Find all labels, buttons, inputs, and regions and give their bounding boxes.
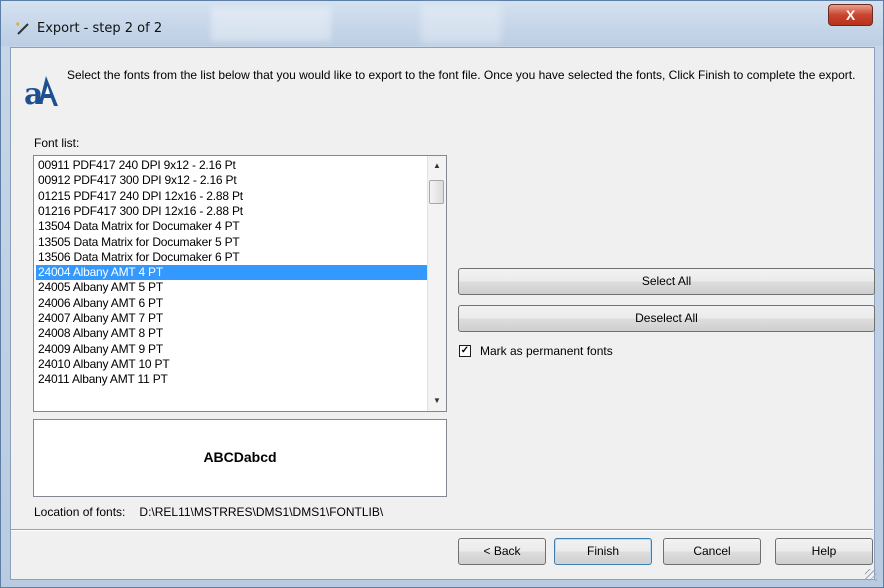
permanent-fonts-checkbox[interactable]: ✓ — [459, 345, 471, 357]
permanent-fonts-label: Mark as permanent fonts — [480, 344, 613, 358]
cancel-button[interactable]: Cancel — [663, 538, 761, 565]
font-list-item[interactable]: 24010 Albany AMT 10 PT — [36, 357, 427, 372]
font-list-label: Font list: — [34, 136, 80, 150]
font-preview-box: ABCDabcd — [33, 419, 447, 497]
font-location: Location of fonts: D:\REL11\MSTRRES\DMS1\… — [34, 505, 383, 519]
scroll-up-arrow-icon[interactable]: ▲ — [428, 158, 446, 174]
instruction-text: Select the fonts from the list below tha… — [67, 68, 856, 82]
font-list-item[interactable]: 24006 Albany AMT 6 PT — [36, 296, 427, 311]
font-list-item[interactable]: 24008 Albany AMT 8 PT — [36, 326, 427, 341]
font-list-item[interactable]: 01216 PDF417 300 DPI 12x16 - 2.88 Pt — [36, 204, 427, 219]
close-button[interactable]: X — [828, 4, 873, 26]
font-list-item[interactable]: 24009 Albany AMT 9 PT — [36, 342, 427, 357]
font-list-item[interactable]: 00912 PDF417 300 DPI 9x12 - 2.16 Pt — [36, 173, 427, 188]
wizard-wand-icon — [16, 22, 29, 35]
window-title: Export - step 2 of 2 — [37, 21, 163, 36]
font-list-item[interactable]: 13504 Data Matrix for Documaker 4 PT — [36, 219, 427, 234]
help-button[interactable]: Help — [775, 538, 873, 565]
font-list-item[interactable]: 24007 Albany AMT 7 PT — [36, 311, 427, 326]
font-list-item[interactable]: 00911 PDF417 240 DPI 9x12 - 2.16 Pt — [36, 158, 427, 173]
back-button[interactable]: < Back — [458, 538, 546, 565]
font-list-item[interactable]: 13505 Data Matrix for Documaker 5 PT — [36, 235, 427, 250]
font-list-item[interactable]: 01215 PDF417 240 DPI 12x16 - 2.88 Pt — [36, 189, 427, 204]
font-list-item[interactable]: 13506 Data Matrix for Documaker 6 PT — [36, 250, 427, 265]
finish-button[interactable]: Finish — [554, 538, 652, 565]
location-path: D:\REL11\MSTRRES\DMS1\DMS1\FONTLIB\ — [139, 505, 384, 519]
location-label: Location of fonts: — [34, 505, 126, 519]
font-app-logo-icon: a — [24, 76, 58, 108]
font-list-item[interactable]: 24011 Albany AMT 11 PT — [36, 372, 427, 387]
scroll-down-arrow-icon[interactable]: ▼ — [428, 393, 446, 409]
export-dialog-window: Export - step 2 of 2 X a Select the font… — [0, 0, 884, 588]
font-list-item[interactable]: 24005 Albany AMT 5 PT — [36, 280, 427, 295]
scroll-thumb[interactable] — [429, 180, 444, 204]
title-bar[interactable]: Export - step 2 of 2 X — [1, 1, 883, 46]
resize-grip[interactable] — [865, 569, 877, 581]
deselect-all-button[interactable]: Deselect All — [458, 305, 875, 332]
footer-separator — [11, 529, 873, 531]
font-listbox[interactable]: 00911 PDF417 240 DPI 9x12 - 2.16 Pt 00912… — [33, 155, 447, 412]
font-list-item[interactable]: 24004 Albany AMT 4 PT — [36, 265, 427, 281]
select-all-button[interactable]: Select All — [458, 268, 875, 295]
list-vertical-scrollbar[interactable]: ▲ ▼ — [427, 156, 446, 411]
